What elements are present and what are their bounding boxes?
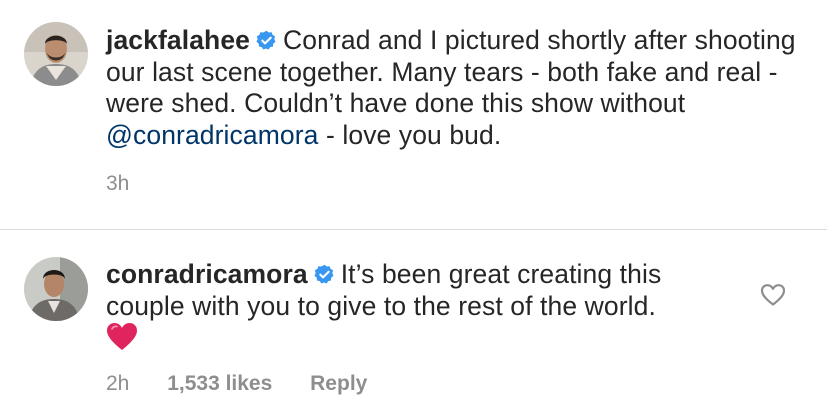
- avatar[interactable]: [24, 22, 88, 86]
- username-link[interactable]: jackfalahee: [106, 25, 250, 55]
- mention-link[interactable]: @conradricamora: [106, 120, 319, 150]
- reply-button[interactable]: Reply: [310, 372, 367, 395]
- like-heart-icon[interactable]: [760, 283, 786, 307]
- avatar[interactable]: [24, 257, 88, 321]
- timestamp[interactable]: 2h: [106, 372, 129, 395]
- comment-item: conradricamora It’s been great creating t…: [0, 232, 827, 415]
- comment-text: jackfalahee Conrad and I pictured shortly…: [106, 25, 796, 151]
- comment-item: jackfalahee Conrad and I pictured shortly…: [0, 0, 827, 228]
- comment-meta: 2h 1,533 likes Reply: [106, 372, 399, 396]
- comment-body-end: - love you bud.: [318, 119, 502, 150]
- divider: [0, 229, 827, 230]
- verified-badge-icon: [314, 264, 334, 284]
- comment-text: conradricamora It’s been great creating t…: [106, 259, 736, 356]
- timestamp[interactable]: 3h: [106, 172, 129, 195]
- comment-meta: 3h: [106, 172, 161, 196]
- red-heart-emoji-icon: [107, 323, 137, 350]
- username-link[interactable]: conradricamora: [106, 259, 308, 289]
- likes-count[interactable]: 1,533 likes: [167, 372, 272, 395]
- verified-badge-icon: [256, 30, 276, 50]
